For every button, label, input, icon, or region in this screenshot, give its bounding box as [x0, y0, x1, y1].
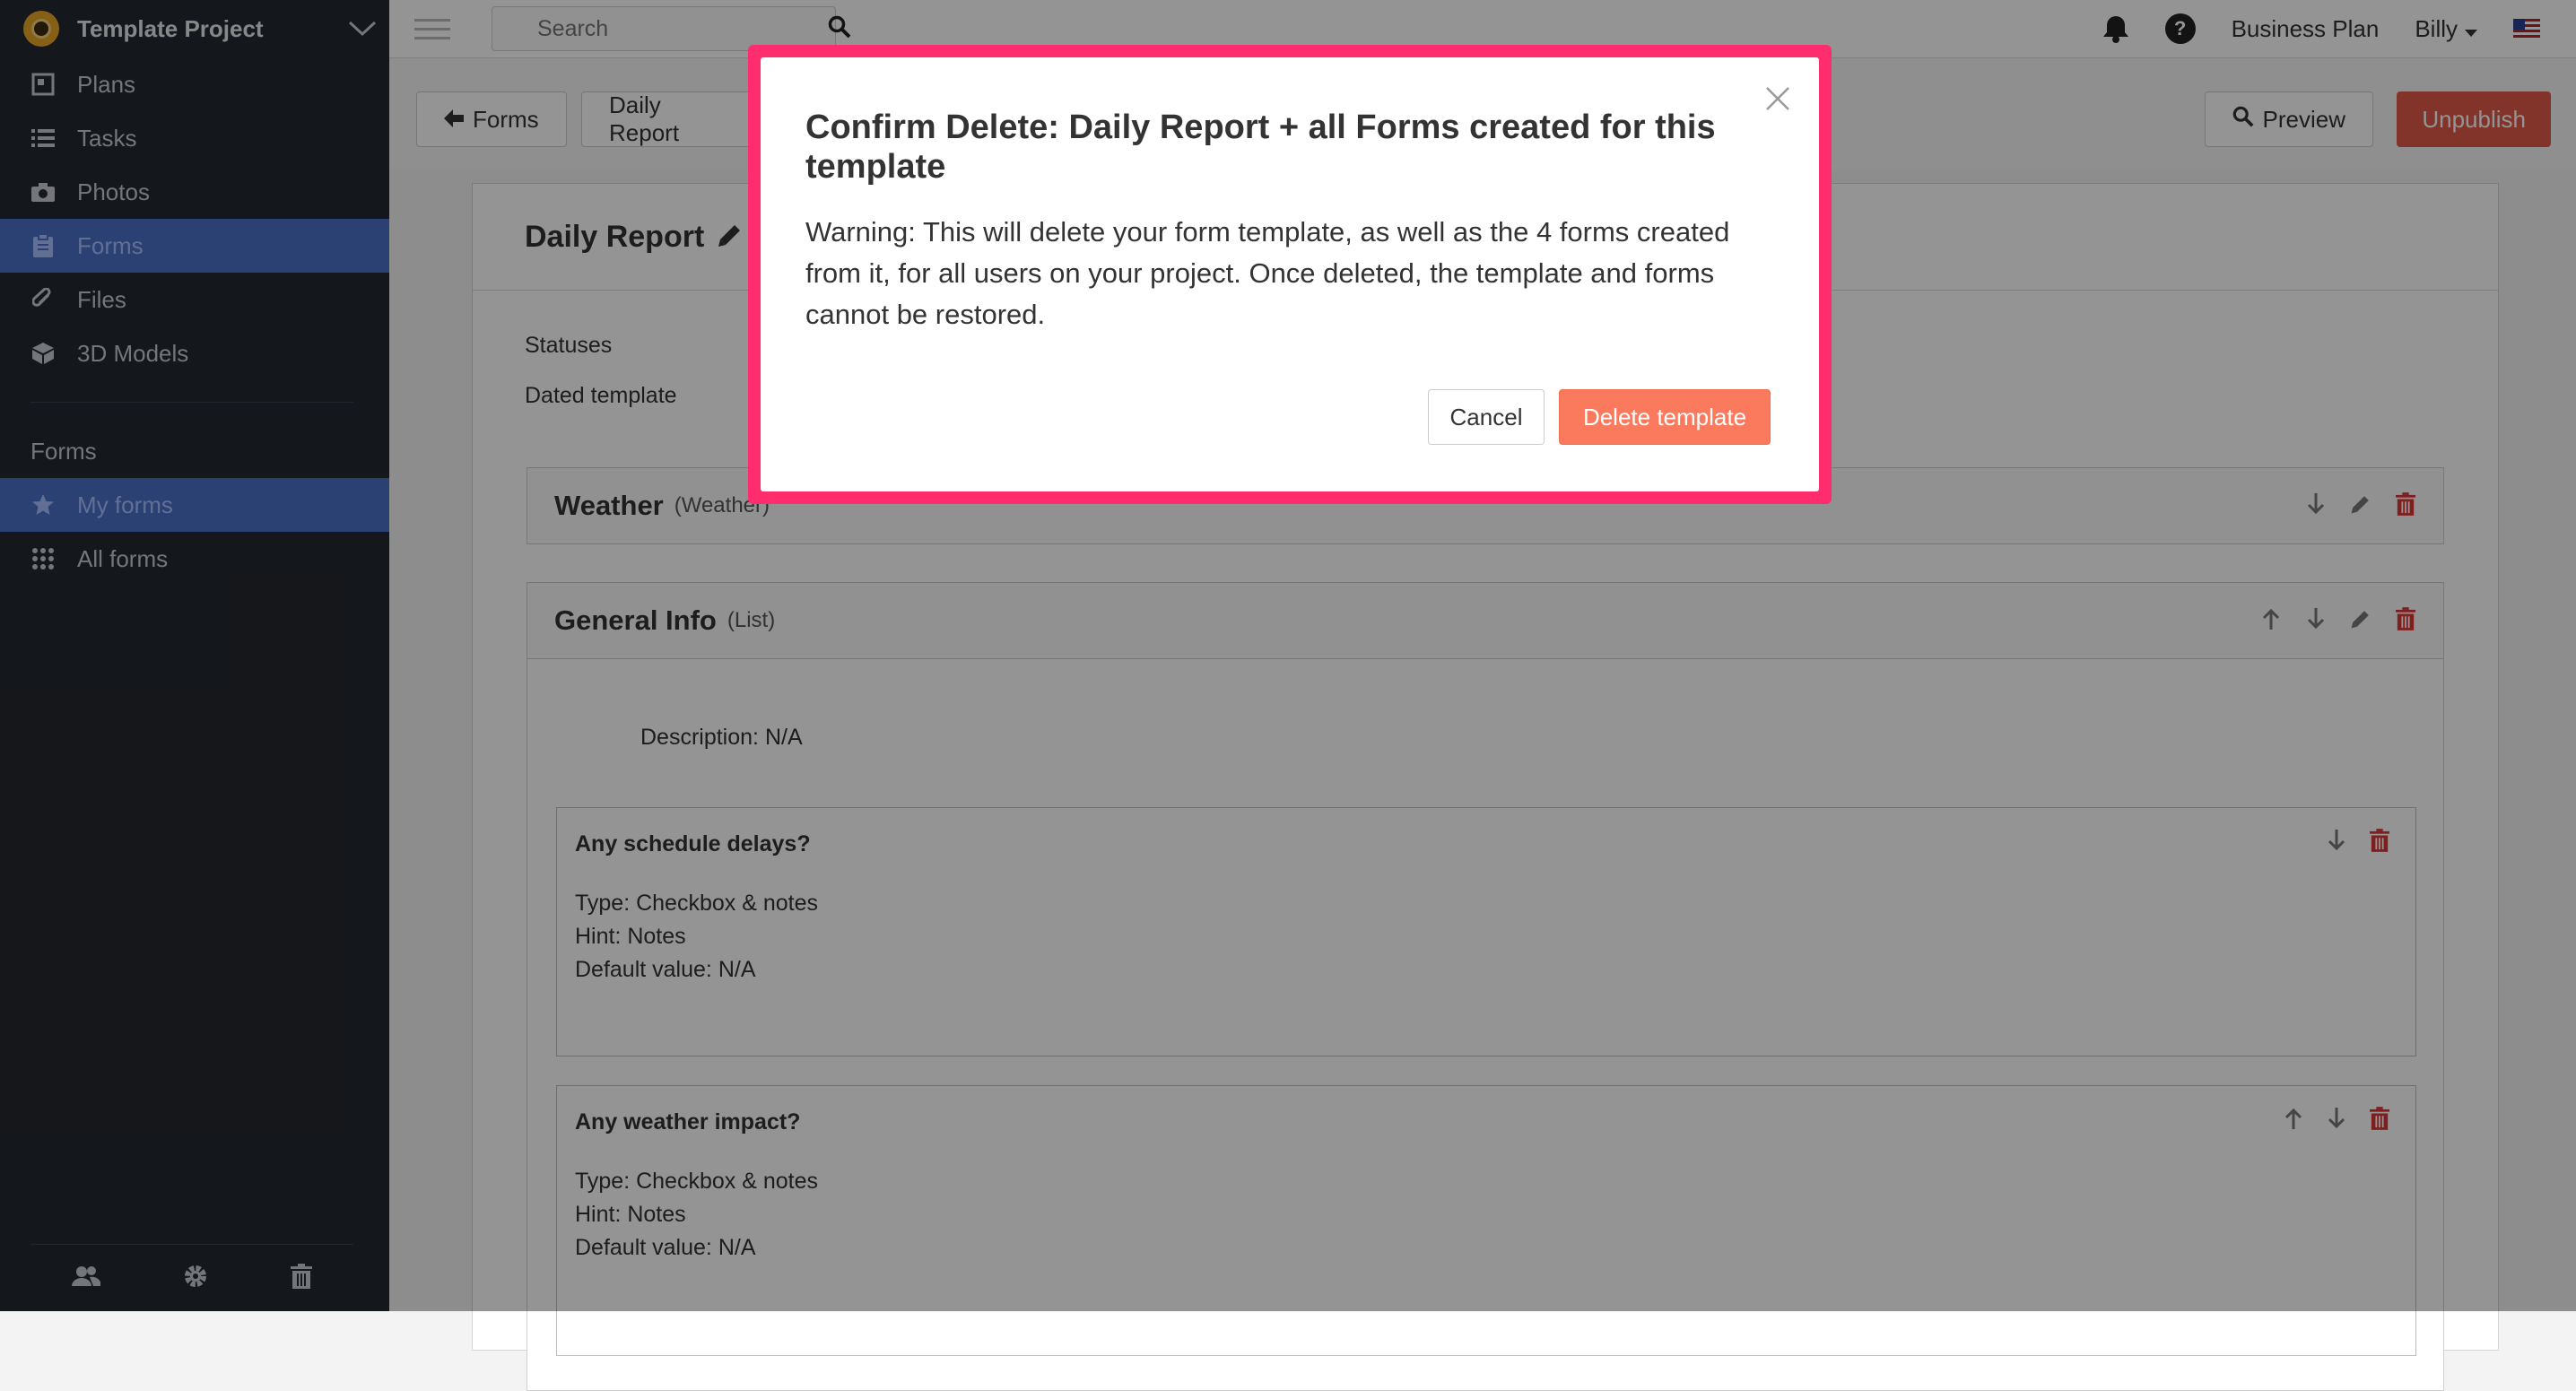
- cancel-button[interactable]: Cancel: [1428, 389, 1545, 445]
- dialog-title: Confirm Delete: Daily Report + all Forms…: [805, 109, 1716, 186]
- delete-template-button[interactable]: Delete template: [1559, 389, 1771, 445]
- dialog-warning-text: Warning: This will delete your form temp…: [805, 216, 1730, 330]
- modal-highlight-frame: Confirm Delete: Daily Report + all Forms…: [748, 45, 1832, 504]
- close-icon[interactable]: [1763, 84, 1792, 113]
- confirm-delete-dialog: Confirm Delete: Daily Report + all Forms…: [761, 57, 1819, 491]
